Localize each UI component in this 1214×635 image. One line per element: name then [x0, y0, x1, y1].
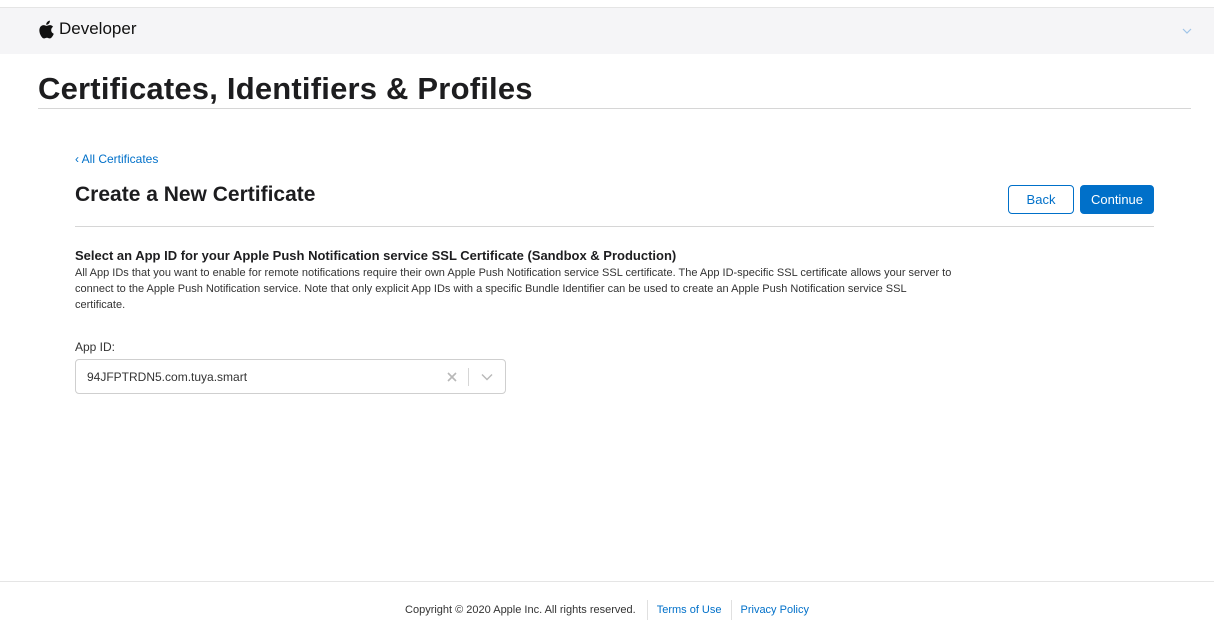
section-title: Create a New Certificate	[75, 183, 316, 206]
copyright-text: Copyright © 2020 Apple Inc. All rights r…	[405, 604, 636, 616]
form-description: All App IDs that you want to enable for …	[75, 267, 952, 311]
terms-of-use-link[interactable]: Terms of Use	[657, 604, 722, 616]
clear-icon[interactable]	[446, 371, 458, 383]
continue-button[interactable]: Continue	[1080, 185, 1154, 214]
global-nav: Developer	[0, 8, 1214, 54]
developer-home-link[interactable]: Developer	[38, 19, 137, 39]
chevron-down-icon[interactable]	[1182, 27, 1192, 35]
chevron-down-icon[interactable]	[481, 373, 493, 381]
footer-separator	[730, 600, 732, 620]
back-button[interactable]: Back	[1008, 185, 1074, 214]
footer-separator	[646, 600, 648, 620]
footer-divider	[0, 581, 1214, 582]
footer: Copyright © 2020 Apple Inc. All rights r…	[0, 599, 1214, 621]
title-divider	[38, 108, 1191, 109]
app-id-value: 94JFPTRDN5.com.tuya.smart	[87, 370, 248, 384]
privacy-policy-link[interactable]: Privacy Policy	[741, 604, 809, 616]
brand-label: Developer	[59, 19, 137, 38]
apple-logo-icon	[38, 20, 54, 39]
section-divider	[75, 226, 1154, 227]
form-heading: Select an App ID for your Apple Push Not…	[75, 248, 677, 263]
app-id-label: App ID:	[75, 340, 116, 354]
all-certificates-link[interactable]: ‹ All Certificates	[75, 152, 158, 166]
app-id-select[interactable]: 94JFPTRDN5.com.tuya.smart	[75, 359, 506, 394]
select-divider	[468, 368, 469, 386]
page-title: Certificates, Identifiers & Profiles	[38, 71, 533, 106]
